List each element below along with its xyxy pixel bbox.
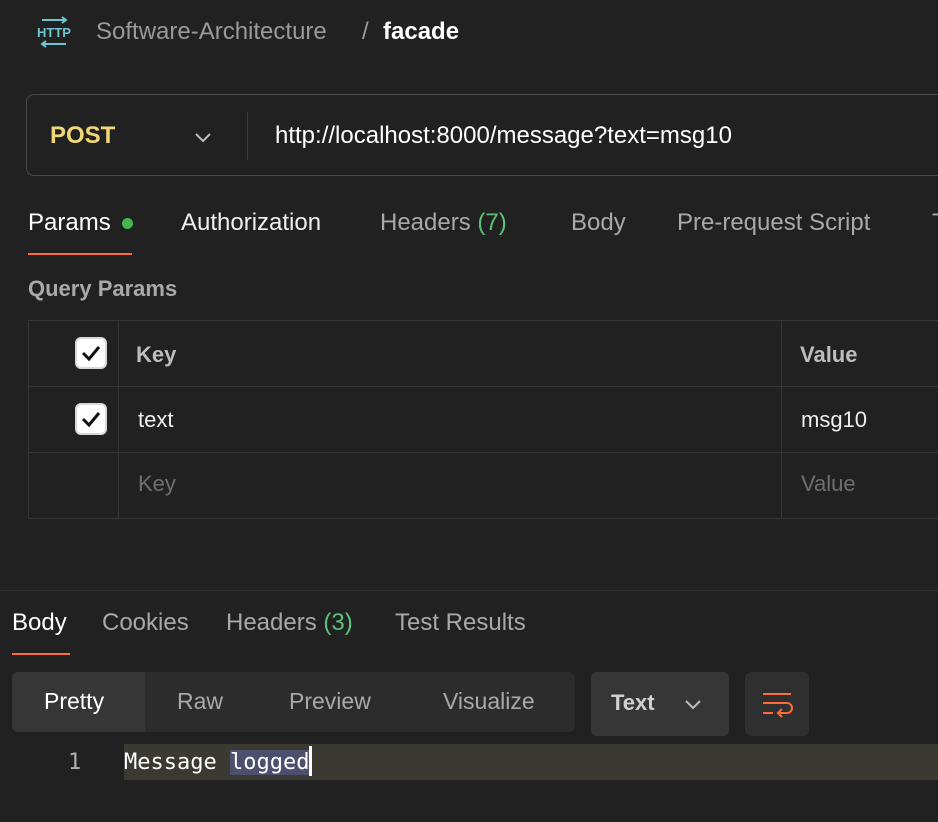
response-text: Message	[124, 750, 230, 775]
query-params-title: Query Params	[28, 276, 178, 301]
method-selector[interactable]: POST	[50, 122, 115, 150]
breadcrumb-collection[interactable]: Software-Architecture	[96, 18, 327, 46]
format-dropdown-label: Text	[611, 690, 655, 715]
chevron-down-icon[interactable]	[192, 126, 214, 148]
column-header-key: Key	[136, 342, 177, 367]
table-divider	[28, 452, 938, 453]
response-body-text[interactable]: Message logged	[124, 746, 313, 776]
view-mode-preview[interactable]: Preview	[289, 688, 371, 715]
tab-params[interactable]: Params	[28, 209, 111, 237]
response-tab-cookies[interactable]: Cookies	[102, 609, 189, 637]
tab-authorization[interactable]: Authorization	[181, 209, 321, 237]
new-param-key-input[interactable]: Key	[138, 471, 176, 497]
chevron-down-icon	[682, 694, 704, 714]
response-tab-headers[interactable]: Headers (3)	[226, 609, 353, 637]
line-number: 1	[68, 750, 82, 775]
svg-text:HTTP: HTTP	[37, 25, 71, 40]
select-all-checkbox[interactable]	[75, 337, 107, 369]
tab-headers[interactable]: Headers (7)	[380, 209, 507, 237]
column-header-value: Value	[800, 342, 858, 367]
tab-tests[interactable]: T	[932, 209, 938, 237]
new-param-value-input[interactable]: Value	[801, 471, 856, 497]
active-tab-underline	[28, 253, 132, 255]
wrap-lines-icon	[759, 686, 795, 722]
param-row-checkbox[interactable]	[75, 403, 107, 435]
selected-text: logged	[229, 750, 310, 775]
table-divider	[781, 320, 782, 519]
response-tab-headers-count: (3)	[323, 609, 353, 636]
response-active-underline	[12, 653, 70, 655]
checkmark-icon	[81, 346, 101, 362]
http-icon: HTTP	[36, 16, 72, 48]
text-caret	[309, 746, 313, 776]
tab-headers-count: (7)	[477, 209, 507, 236]
params-active-dot	[122, 218, 133, 229]
checkmark-icon	[81, 412, 101, 428]
view-mode-raw[interactable]: Raw	[177, 688, 223, 715]
response-tab-test-results[interactable]: Test Results	[395, 609, 526, 637]
tab-body[interactable]: Body	[571, 209, 626, 237]
response-tab-body[interactable]: Body	[12, 609, 67, 637]
param-key-cell[interactable]: text	[138, 407, 173, 433]
view-mode-pretty[interactable]: Pretty	[44, 688, 104, 715]
table-divider	[28, 386, 938, 387]
request-name[interactable]: facade	[383, 18, 459, 46]
view-mode-visualize[interactable]: Visualize	[443, 688, 535, 715]
response-tab-headers-label: Headers	[226, 609, 317, 636]
tab-headers-label: Headers	[380, 209, 471, 236]
url-input[interactable]: http://localhost:8000/message?text=msg10	[275, 122, 732, 150]
response-divider	[0, 590, 938, 591]
breadcrumb-separator: /	[362, 18, 369, 45]
tab-pre-request-script[interactable]: Pre-request Script	[677, 209, 870, 237]
table-divider	[118, 320, 119, 519]
request-bar-divider	[247, 112, 248, 160]
param-value-cell[interactable]: msg10	[801, 407, 867, 433]
